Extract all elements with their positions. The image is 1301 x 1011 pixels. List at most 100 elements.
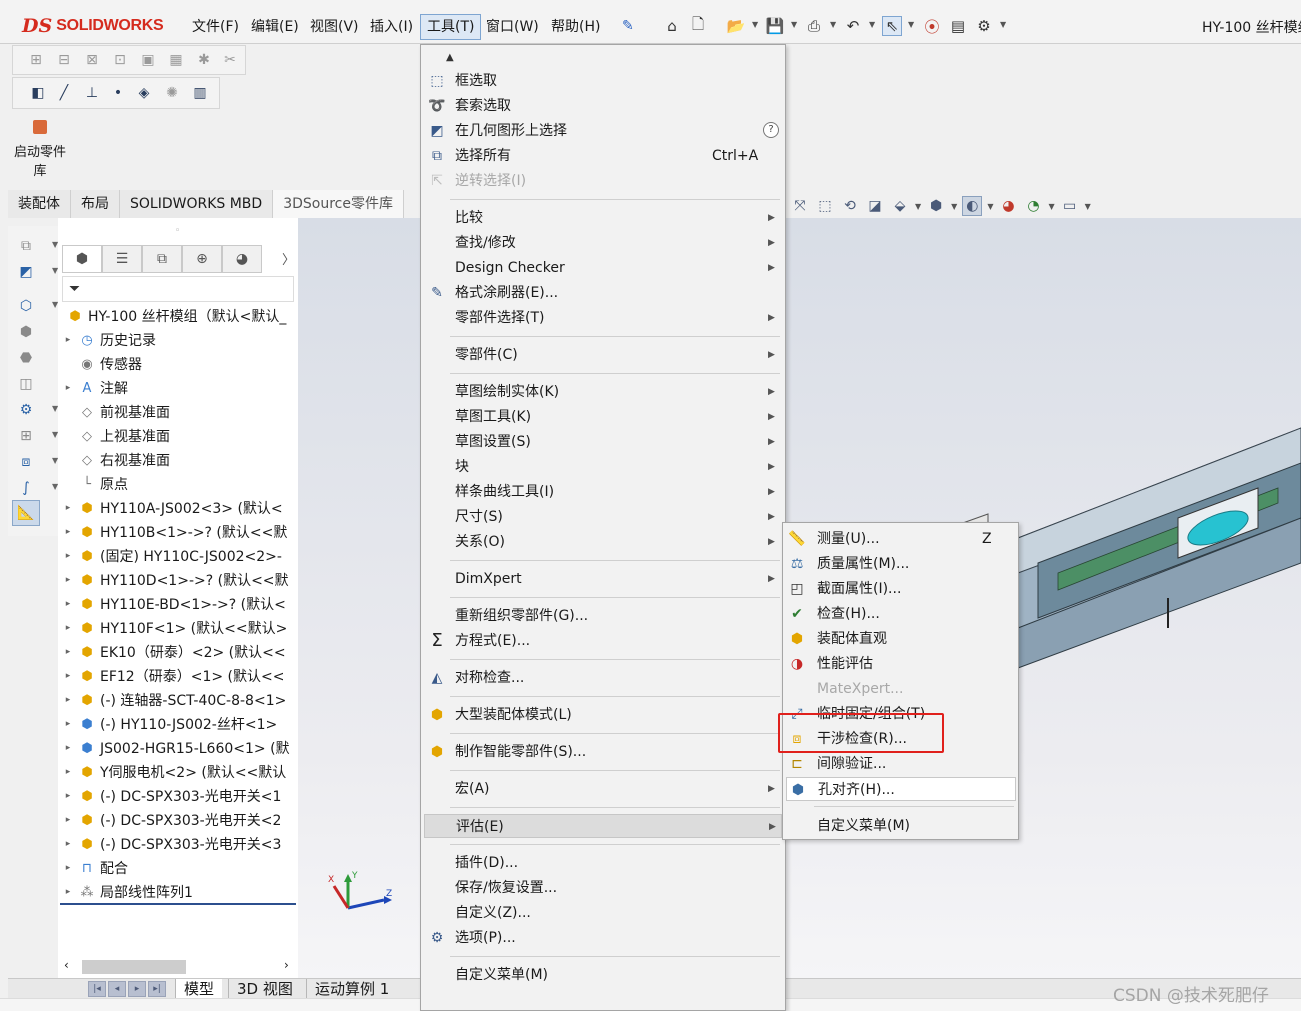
new-document-icon[interactable]: 🗋 <box>688 15 708 36</box>
tools-menu-item[interactable]: 关系(O) ▶ <box>424 530 782 554</box>
tree-item[interactable]: ▸ ◷ 历史记录 <box>62 328 298 352</box>
tools-menu-item[interactable]: 块 ▶ <box>424 455 782 479</box>
ls-tool-icon[interactable]: ◫ <box>16 374 36 394</box>
evaluate-menu-item[interactable]: 📏 测量(U)... Z <box>786 527 1016 551</box>
home-icon[interactable]: ⌂ <box>662 16 682 36</box>
evaluate-menu-item[interactable]: ◑ 性能评估 <box>786 652 1016 676</box>
expand-caret-icon[interactable]: ▸ <box>62 623 74 633</box>
orientation-dropdown-arrow[interactable]: ▼ <box>951 202 957 211</box>
monitor-icon[interactable]: ▭ <box>1060 196 1080 216</box>
first-tab-button[interactable]: |◂ <box>88 981 106 997</box>
scroll-left-icon[interactable]: ‹ <box>64 958 69 972</box>
expand-caret-icon[interactable]: ▸ <box>62 839 74 849</box>
evaluate-menu-item[interactable]: 自定义菜单(M) <box>786 814 1016 838</box>
evaluate-menu-item[interactable]: ⚖ 质量属性(M)... <box>786 552 1016 576</box>
tools-menu-item[interactable]: ◩ 在几何图形上选择 <box>424 119 782 143</box>
print-dropdown-arrow[interactable]: ▼ <box>830 20 836 29</box>
feature-tree-tab-icon[interactable]: ⬢ <box>62 245 102 273</box>
tools-menu-item[interactable]: 评估(E) ▶ <box>424 814 782 838</box>
menu-help[interactable]: 帮助(H) <box>545 14 606 40</box>
tree-item[interactable]: ▸ ⬢ HY110D<1>->? (默认<<默 <box>62 568 298 592</box>
expand-caret-icon[interactable]: ▸ <box>62 527 74 537</box>
tools-menu-item[interactable]: ⚙ 选项(P)... <box>424 926 782 950</box>
ls-tool-icon[interactable]: ⊞ <box>16 426 36 446</box>
evaluate-menu-item[interactable]: ⊏ 间隙验证... <box>786 752 1016 776</box>
menu-view[interactable]: 视图(V) <box>304 14 365 40</box>
prev-tab-button[interactable]: ◂ <box>108 981 126 997</box>
display-style-dropdown-arrow[interactable]: ▼ <box>987 202 993 211</box>
menu-file[interactable]: 文件(F) <box>186 14 245 40</box>
tree-item[interactable]: ▸ ⬢ (-) DC-SPX303-光电开关<3 <box>62 832 298 856</box>
tab-assembly[interactable]: 装配体 <box>8 190 71 218</box>
menu-edit[interactable]: 编辑(E) <box>245 14 305 40</box>
tools-menu-item[interactable]: 重新组织零部件(G)... <box>424 604 782 628</box>
mate-reference-icon[interactable]: ✺ <box>161 82 183 104</box>
ribbon-tool-icon[interactable]: ⊟ <box>53 49 75 71</box>
tools-menu-item[interactable]: 尺寸(S) ▶ <box>424 505 782 529</box>
expand-caret-icon[interactable]: ▸ <box>62 575 74 585</box>
expand-caret-icon[interactable]: ▸ <box>62 383 74 393</box>
tree-item[interactable]: ▸ ⁂ 局部线性阵列1 <box>62 880 298 904</box>
ls-tool-icon[interactable]: ⧈ <box>16 452 36 472</box>
expand-caret-icon[interactable]: ▸ <box>62 767 74 777</box>
ls-tool-icon[interactable]: ⬢ <box>16 322 36 342</box>
tree-item[interactable]: ▸ ⬢ (-) DC-SPX303-光电开关<1 <box>62 784 298 808</box>
expand-caret-icon[interactable]: ▸ <box>62 695 74 705</box>
tab-model[interactable]: 模型 <box>175 979 223 1000</box>
tools-menu-item[interactable]: 草图工具(K) ▶ <box>424 405 782 429</box>
tab-3d-view[interactable]: 3D 视图 <box>228 979 301 1000</box>
expand-caret-icon[interactable]: ▸ <box>62 671 74 681</box>
plane-icon[interactable]: ◧ <box>27 82 49 104</box>
tree-item[interactable]: ▸ ⬢ EF12（研泰）<1> (默认<< <box>62 664 298 688</box>
scroll-right-icon[interactable]: › <box>284 958 289 972</box>
configuration-manager-tab-icon[interactable]: ⧉ <box>142 245 182 273</box>
section-view-icon[interactable]: ◪ <box>865 196 885 216</box>
center-of-mass-icon[interactable]: ◈ <box>133 82 155 104</box>
scene-dropdown-arrow[interactable]: ▼ <box>1048 202 1054 211</box>
next-tab-button[interactable]: ▸ <box>128 981 146 997</box>
tools-menu-item[interactable]: 零部件(C) ▶ <box>424 343 782 367</box>
ribbon-tool-icon[interactable]: ⊠ <box>81 49 103 71</box>
tools-menu-item[interactable]: ◭ 对称检查... <box>424 666 782 690</box>
tools-menu-item[interactable]: 保存/恢复设置... <box>424 876 782 900</box>
select-dropdown-arrow[interactable]: ▼ <box>908 20 914 29</box>
dimxpert-tab-icon[interactable]: ⊕ <box>182 245 222 273</box>
tools-menu-item[interactable]: 插件(D)... <box>424 851 782 875</box>
display-manager-tab-icon[interactable]: ◕ <box>222 245 262 273</box>
tree-item[interactable]: ▸ ⊓ 配合 <box>62 856 298 880</box>
print-icon[interactable]: ⎙ <box>804 16 824 36</box>
view-orientation-icon[interactable]: ⬢ <box>926 196 946 216</box>
panel-grip-icon[interactable]: ◦ <box>175 226 180 236</box>
ribbon-tool-icon[interactable]: ⊡ <box>109 49 131 71</box>
dynamic-annotation-icon[interactable]: ⬙ <box>890 196 910 216</box>
menu-scroll-up-icon[interactable]: ▲ <box>446 52 454 63</box>
tree-item[interactable]: ◇ 前视基准面 <box>62 400 298 424</box>
undo-icon[interactable]: ↶ <box>843 16 863 36</box>
view-dropdown-arrow[interactable]: ▼ <box>915 202 921 211</box>
property-manager-tab-icon[interactable]: ☰ <box>102 245 142 273</box>
evaluate-menu-item[interactable]: ✔ 检查(H)... <box>786 602 1016 626</box>
tree-item[interactable]: ▸ ⬢ JS002-HGR15-L660<1> (默 <box>62 736 298 760</box>
save-icon[interactable]: 💾 <box>765 16 785 36</box>
ls-tool-icon[interactable]: ⬡ <box>16 296 36 316</box>
menu-insert[interactable]: 插入(I) <box>364 14 419 40</box>
tab-3dsource[interactable]: 3DSource零件库 <box>273 190 404 218</box>
tools-menu-item[interactable]: ⧉ 选择所有 Ctrl+A <box>424 144 782 168</box>
evaluate-menu-item[interactable]: ⬢ 装配体直观 <box>786 627 1016 651</box>
evaluate-menu-item[interactable]: ⬢ 孔对齐(H)... <box>786 777 1016 801</box>
tree-item[interactable]: ▸ ⬢ (固定) HY110C-JS002<2>- <box>62 544 298 568</box>
expand-caret-icon[interactable]: ▸ <box>62 599 74 609</box>
ls-tool-icon[interactable]: ∫ <box>16 478 36 498</box>
axis-icon[interactable]: ╱ <box>53 82 75 104</box>
tools-menu-item[interactable]: 自定义菜单(M) <box>424 963 782 987</box>
tabs-scroll-right-icon[interactable]: 〉 <box>282 249 295 268</box>
zoom-to-fit-icon[interactable]: ⤧ <box>790 196 810 216</box>
tools-menu-item[interactable]: 草图设置(S) ▶ <box>424 430 782 454</box>
expand-caret-icon[interactable]: ▸ <box>62 815 74 825</box>
tab-mbd[interactable]: SOLIDWORKS MBD <box>120 190 274 218</box>
previous-view-icon[interactable]: ⟲ <box>840 196 860 216</box>
expand-caret-icon[interactable]: ▸ <box>62 791 74 801</box>
tree-item[interactable]: ◇ 上视基准面 <box>62 424 298 448</box>
traffic-light-icon[interactable]: ⦿ <box>922 16 942 36</box>
tree-item[interactable]: ▸ ⬢ HY110A-JS002<3> (默认< <box>62 496 298 520</box>
